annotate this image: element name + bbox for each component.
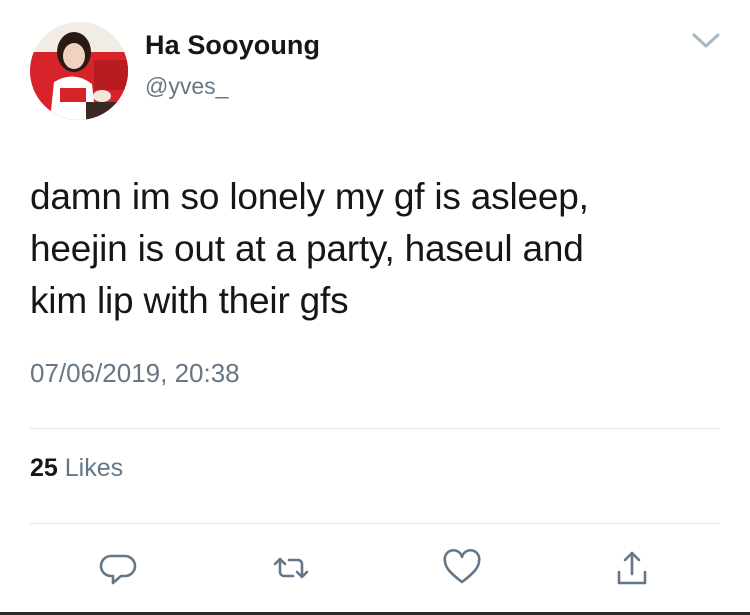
chevron-down-icon[interactable] [688, 28, 724, 52]
display-name[interactable]: Ha Sooyoung [145, 30, 320, 61]
divider [30, 428, 720, 429]
user-handle[interactable]: @yves_ [145, 73, 228, 100]
avatar-photo [30, 22, 128, 120]
share-icon[interactable] [612, 548, 652, 588]
heart-icon[interactable] [442, 548, 482, 588]
retweet-icon[interactable] [271, 548, 311, 588]
divider [30, 523, 720, 524]
tweet-text: damn im so lonely my gf is asleep, heeji… [30, 176, 589, 321]
likes-label: Likes [64, 454, 124, 482]
tweet-timestamp[interactable]: 07/06/2019, 20:38 [30, 358, 240, 389]
avatar[interactable] [30, 22, 128, 120]
likes-count: 25 [30, 454, 58, 482]
tweet-card: Ha Sooyoung @yves_ damn im so lonely my … [0, 0, 750, 615]
likes-stat[interactable]: 25 Likes [30, 454, 123, 483]
reply-icon[interactable] [99, 548, 139, 588]
